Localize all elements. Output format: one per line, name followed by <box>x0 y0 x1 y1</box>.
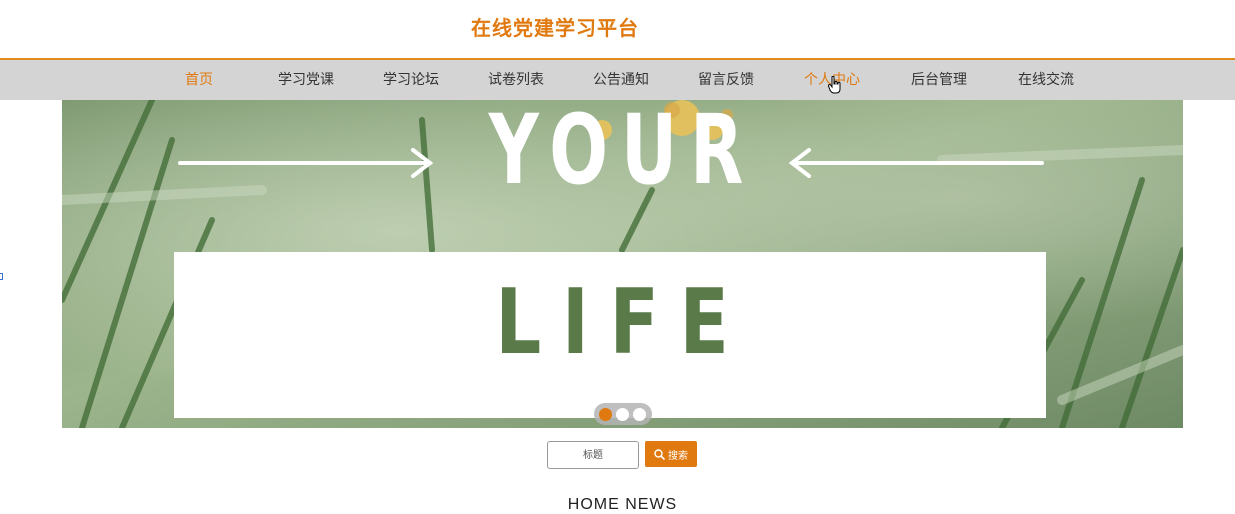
carousel-dot-3[interactable] <box>633 408 646 421</box>
nav-item-forum[interactable]: 学习论坛 <box>383 60 439 100</box>
arrow-left-icon <box>788 148 1044 178</box>
carousel-dot-1[interactable] <box>599 408 612 421</box>
nav-item-chat[interactable]: 在线交流 <box>1018 60 1074 100</box>
search-input[interactable] <box>547 441 639 469</box>
nav-item-admin[interactable]: 后台管理 <box>911 60 967 100</box>
nav-item-notices[interactable]: 公告通知 <box>593 60 649 100</box>
nav-item-party-lessons[interactable]: 学习党课 <box>278 60 334 100</box>
carousel-dot-2[interactable] <box>616 408 629 421</box>
search-icon <box>654 448 665 460</box>
nav-item-feedback[interactable]: 留言反馈 <box>698 60 754 100</box>
hero-banner[interactable]: YOUR LIFE <box>62 100 1183 428</box>
carousel-indicators <box>594 403 652 425</box>
section-title: HOME NEWS <box>567 496 678 513</box>
search-button-label: 搜索 <box>668 450 688 462</box>
search-button[interactable]: 搜索 <box>645 441 697 467</box>
hand-cursor-icon <box>828 76 841 94</box>
main-navbar: 首页 学习党课 学习论坛 试卷列表 公告通知 留言反馈 个人中心 后台管理 在线… <box>0 58 1235 100</box>
banner-word-life: LIFE <box>495 270 750 375</box>
arrow-right-icon <box>178 148 434 178</box>
nav-item-home[interactable]: 首页 <box>185 60 213 100</box>
site-title: 在线党建学习平台 <box>471 16 639 40</box>
nav-item-exam-list[interactable]: 试卷列表 <box>488 60 544 100</box>
edge-marker <box>0 273 3 280</box>
